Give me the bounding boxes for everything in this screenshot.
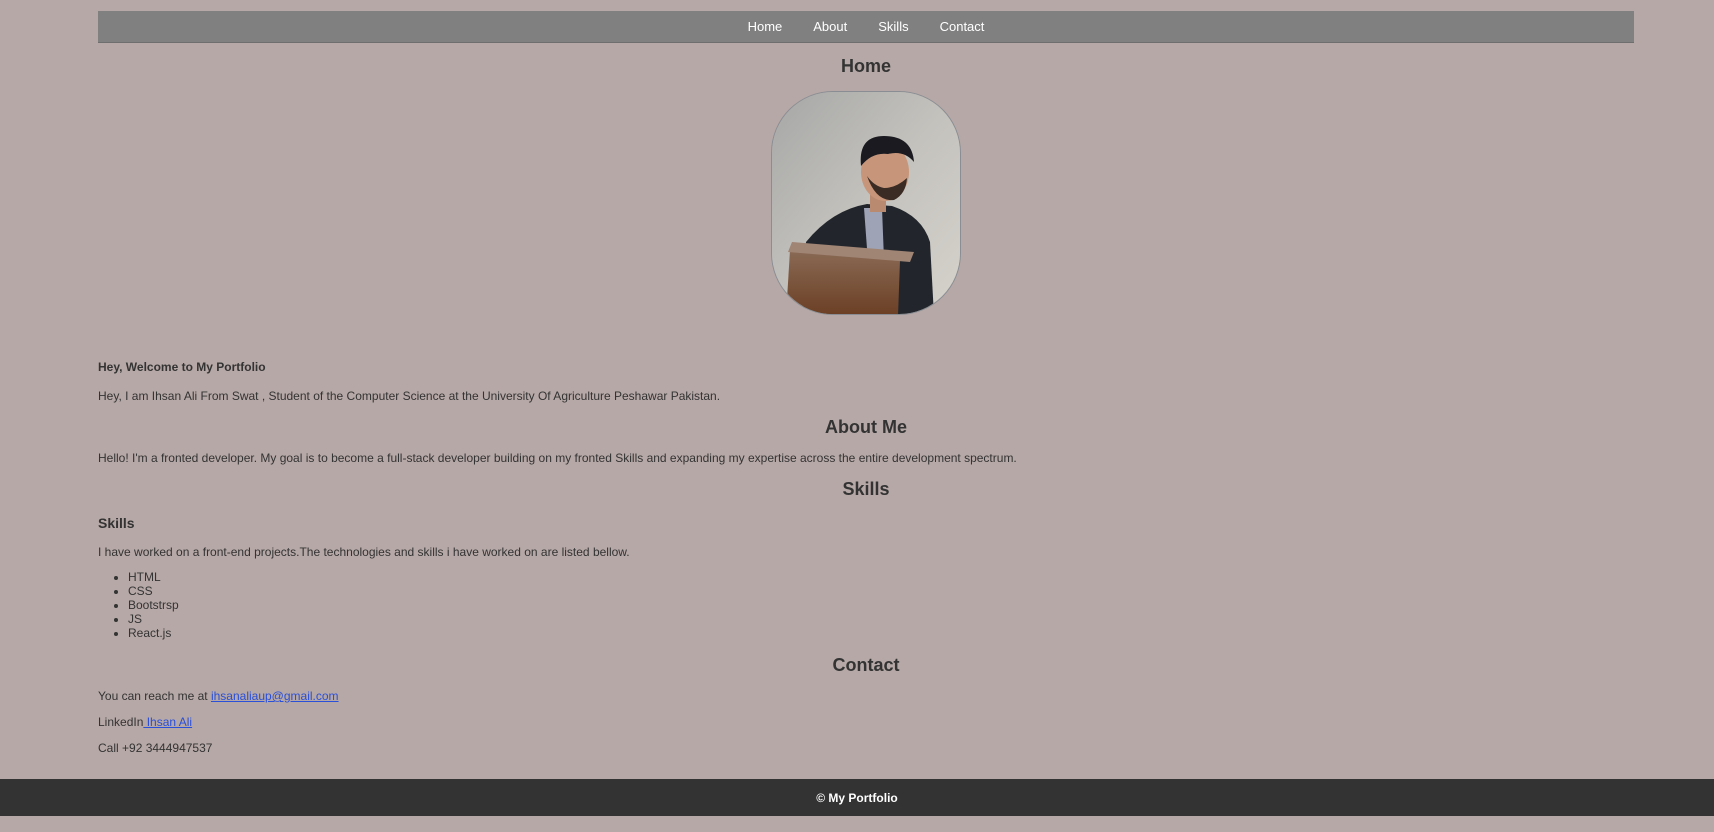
- contact-title: Contact: [832, 655, 900, 675]
- list-item: React.js: [128, 626, 179, 640]
- nav-link-skills[interactable]: Skills: [863, 11, 924, 43]
- list-item: CSS: [128, 584, 179, 598]
- footer: © My Portfolio: [0, 779, 1714, 816]
- navbar: Home About Skills Contact: [98, 11, 1634, 43]
- skills-text: I have worked on a front-end projects.Th…: [98, 545, 630, 559]
- about-text: Hello! I'm a fronted developer. My goal …: [98, 451, 1017, 465]
- list-item: JS: [128, 612, 179, 626]
- nav-link-contact[interactable]: Contact: [924, 11, 1000, 43]
- email-link[interactable]: ihsanaliaup@gmail.com: [211, 689, 339, 703]
- contact-linkedin-line: LinkedIn Ihsan Ali: [98, 715, 192, 729]
- list-item: HTML: [128, 570, 179, 584]
- skills-subtitle: Skills: [98, 515, 135, 531]
- welcome-heading: Hey, Welcome to My Portfolio: [98, 360, 266, 374]
- footer-text: © My Portfolio: [816, 790, 898, 805]
- contact-email-line: You can reach me at ihsanaliaup@gmail.co…: [98, 689, 339, 703]
- profile-photo: [771, 91, 961, 315]
- email-prefix: You can reach me at: [98, 689, 211, 703]
- skills-list: HTML CSS Bootstrsp JS React.js: [98, 570, 179, 640]
- skills-title: Skills: [842, 479, 890, 499]
- intro-text: Hey, I am Ihsan Ali From Swat , Student …: [98, 389, 721, 403]
- nav-link-about[interactable]: About: [798, 11, 863, 43]
- home-title: Home: [840, 56, 891, 76]
- nav-link-home[interactable]: Home: [732, 11, 798, 43]
- linkedin-prefix: LinkedIn: [98, 715, 144, 729]
- list-item: Bootstrsp: [128, 598, 179, 612]
- about-title: About Me: [825, 417, 907, 437]
- contact-phone: Call +92 3444947537: [98, 741, 213, 755]
- linkedin-link[interactable]: Ihsan Ali: [143, 715, 192, 729]
